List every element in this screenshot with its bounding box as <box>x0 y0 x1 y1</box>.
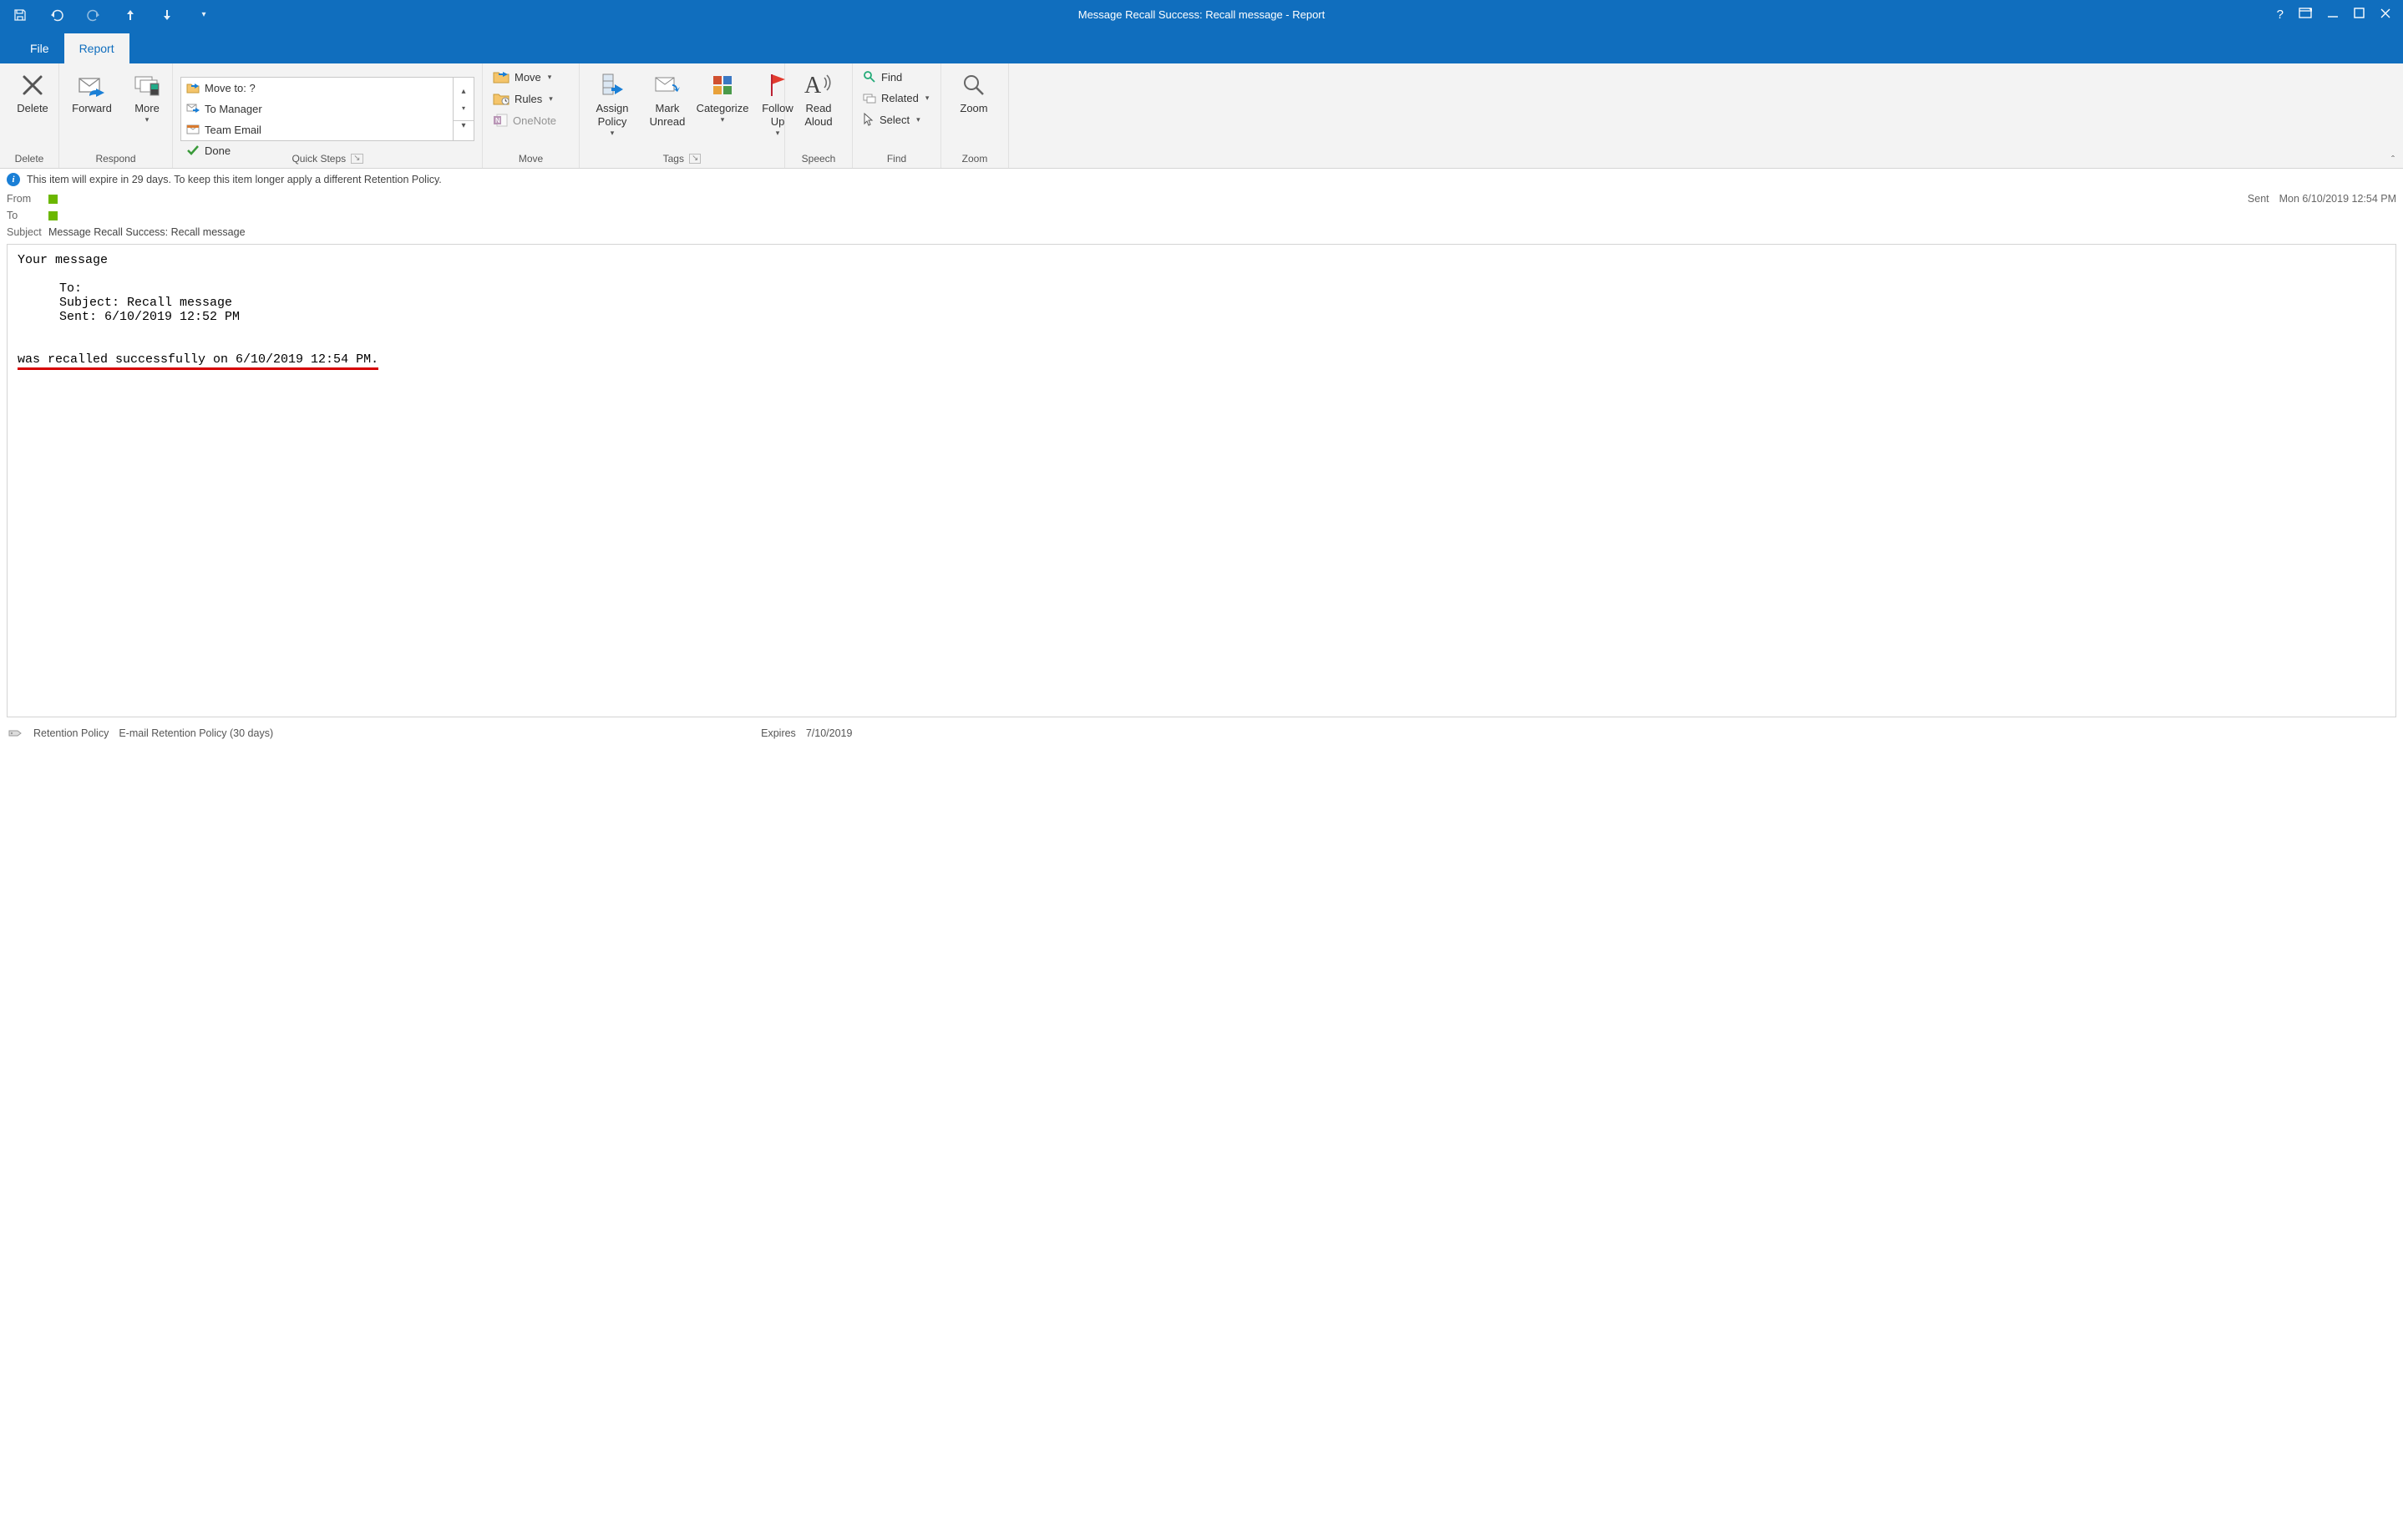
group-label-zoom: Zoom <box>941 150 1008 168</box>
sent-label: Sent <box>2248 193 2269 205</box>
read-aloud-icon: A <box>804 70 834 100</box>
retention-policy-value: E-mail Retention Policy (30 days) <box>119 727 273 739</box>
message-body: Your message To: Subject: Recall message… <box>7 244 2396 717</box>
group-label-move: Move <box>483 150 579 168</box>
zoom-button[interactable]: Zoom <box>946 67 1001 115</box>
related-button[interactable]: Related▾ <box>858 89 934 108</box>
move-button[interactable]: Move▾ <box>488 67 556 87</box>
select-button[interactable]: Select▾ <box>858 109 925 129</box>
help-icon[interactable]: ? <box>2277 8 2284 22</box>
message-header: From Sent Mon 6/10/2019 12:54 PM To Subj… <box>0 190 2403 241</box>
related-icon <box>863 93 876 104</box>
assign-policy-button[interactable]: Assign Policy <box>585 67 640 138</box>
window-title: Message Recall Success: Recall message -… <box>1078 8 1326 21</box>
svg-text:N: N <box>495 117 500 124</box>
customize-qat-icon[interactable]: ▾ <box>195 7 212 23</box>
previous-item-icon[interactable] <box>122 7 139 23</box>
undo-icon[interactable] <box>48 7 65 23</box>
body-sent-line: Sent: 6/10/2019 12:52 PM <box>18 310 2385 324</box>
next-item-icon[interactable] <box>159 7 175 23</box>
dialog-launcher-icon[interactable]: ↘ <box>351 154 362 164</box>
folder-move-icon <box>186 82 200 94</box>
quick-steps-more-button[interactable]: ▴▾▾ <box>454 77 474 141</box>
subject-label: Subject <box>7 226 48 238</box>
qs-to-manager[interactable]: To Manager <box>181 99 322 119</box>
tab-report[interactable]: Report <box>64 33 129 63</box>
forward-icon <box>77 70 107 100</box>
delete-button[interactable]: Delete <box>5 67 60 115</box>
ribbon-display-options-icon[interactable] <box>2299 8 2312 22</box>
rules-icon <box>493 92 509 105</box>
find-button[interactable]: Find <box>858 67 907 87</box>
minimize-icon[interactable] <box>2327 8 2339 22</box>
qs-team-email[interactable]: Team Email <box>181 119 322 140</box>
expires-value: 7/10/2019 <box>806 727 853 739</box>
categorize-button[interactable]: Categorize <box>695 67 750 124</box>
title-bar: ▾ Message Recall Success: Recall message… <box>0 0 2403 29</box>
mark-unread-icon <box>652 70 682 100</box>
redo-icon[interactable] <box>85 7 102 23</box>
from-label: From <box>7 193 48 205</box>
svg-text:A: A <box>804 73 822 98</box>
zoom-icon <box>959 70 989 100</box>
search-icon <box>863 70 876 84</box>
group-label-respond: Respond <box>59 150 172 168</box>
maximize-icon[interactable] <box>2354 8 2365 22</box>
body-to-line: To: <box>18 281 2385 296</box>
cursor-icon <box>863 113 875 126</box>
quick-steps-gallery[interactable]: Move to: ? To Manager Team Email Done <box>180 77 454 141</box>
body-result-line: was recalled successfully on 6/10/2019 1… <box>18 352 2385 370</box>
retention-tag-icon <box>8 727 23 739</box>
more-respond-icon <box>132 70 162 100</box>
body-subject-line: Subject: Recall message <box>18 296 2385 310</box>
window-controls: ? <box>2277 8 2403 22</box>
onenote-button[interactable]: N OneNote <box>488 110 561 130</box>
mark-unread-button[interactable]: Mark Unread <box>640 67 695 129</box>
save-icon[interactable] <box>12 7 28 23</box>
expires-label: Expires <box>761 727 796 739</box>
presence-indicator <box>48 211 58 220</box>
categorize-icon <box>707 70 738 100</box>
qs-move-to[interactable]: Move to: ? <box>181 78 322 99</box>
body-intro: Your message <box>18 253 2385 267</box>
group-label-speech: Speech <box>785 150 852 168</box>
assign-policy-icon <box>597 70 627 100</box>
onenote-icon: N <box>493 114 508 127</box>
rules-button[interactable]: Rules▾ <box>488 89 558 109</box>
status-bar: Retention Policy E-mail Retention Policy… <box>0 724 2403 744</box>
tab-file[interactable]: File <box>15 33 64 63</box>
sent-value: Mon 6/10/2019 12:54 PM <box>2279 193 2396 205</box>
subject-value: Message Recall Success: Recall message <box>48 226 246 238</box>
quick-access-toolbar: ▾ <box>0 7 212 23</box>
to-label: To <box>7 210 48 221</box>
dialog-launcher-icon[interactable]: ↘ <box>689 154 701 164</box>
retention-policy-label: Retention Policy <box>33 727 109 739</box>
group-label-quicksteps: Quick Steps ↘ <box>173 150 482 168</box>
close-icon[interactable] <box>2380 8 2391 22</box>
group-label-delete: Delete <box>0 150 58 168</box>
retention-info-bar: i This item will expire in 29 days. To k… <box>0 169 2403 190</box>
ribbon-tabstrip: File Report <box>0 29 2403 63</box>
info-icon: i <box>7 173 20 186</box>
more-respond-button[interactable]: More <box>119 67 175 124</box>
delete-icon <box>18 70 48 100</box>
mail-forward-icon <box>186 104 200 114</box>
folder-move-icon <box>493 70 509 84</box>
ribbon: Delete Delete Forward More Respond <box>0 63 2403 169</box>
mail-team-icon <box>186 124 200 134</box>
read-aloud-button[interactable]: A Read Aloud <box>790 67 847 129</box>
forward-button[interactable]: Forward <box>64 67 119 115</box>
group-label-tags: Tags ↘ <box>580 150 784 168</box>
retention-info-text: This item will expire in 29 days. To kee… <box>27 174 442 185</box>
presence-indicator <box>48 195 58 204</box>
group-label-find: Find <box>853 150 940 168</box>
collapse-ribbon-icon[interactable]: ˆ <box>2391 154 2395 165</box>
